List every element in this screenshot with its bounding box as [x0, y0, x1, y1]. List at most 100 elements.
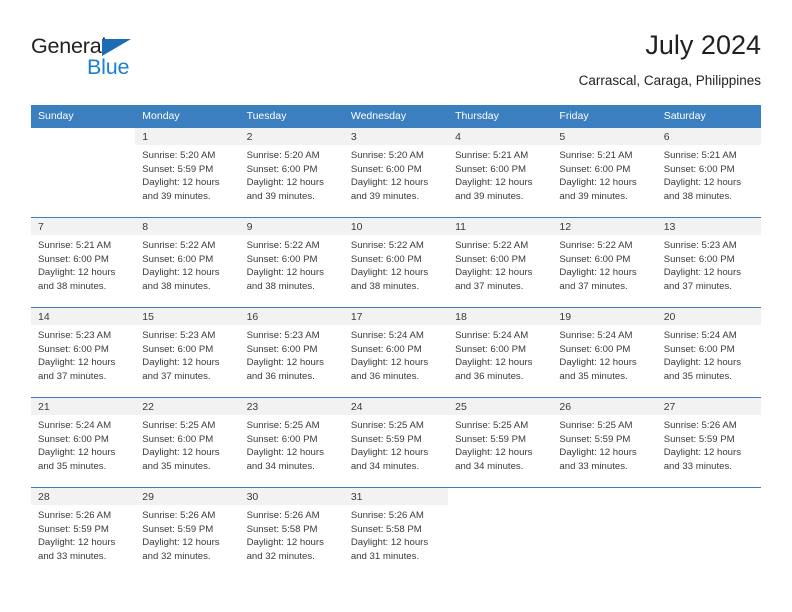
- sunrise-text: Sunrise: 5:23 AM: [663, 240, 737, 251]
- day-cell[interactable]: 19 Sunrise: 5:24 AM Sunset: 6:00 PM Dayl…: [552, 307, 657, 398]
- sunrise-text: Sunrise: 5:22 AM: [246, 240, 320, 251]
- day-number: 9: [239, 218, 344, 235]
- day-cell[interactable]: 26 Sunrise: 5:25 AM Sunset: 5:59 PM Dayl…: [552, 397, 657, 488]
- day-cell[interactable]: 18 Sunrise: 5:24 AM Sunset: 6:00 PM Dayl…: [448, 307, 553, 398]
- day-cell[interactable]: 30 Sunrise: 5:26 AM Sunset: 5:58 PM Dayl…: [239, 487, 344, 577]
- sunset-text: Sunset: 5:59 PM: [142, 163, 214, 175]
- day-cell[interactable]: 29 Sunrise: 5:26 AM Sunset: 5:59 PM Dayl…: [135, 487, 240, 577]
- day-cell[interactable]: [31, 127, 136, 218]
- day-details: Sunrise: 5:25 AM Sunset: 6:00 PM Dayligh…: [240, 415, 344, 473]
- day-cell[interactable]: 20 Sunrise: 5:24 AM Sunset: 6:00 PM Dayl…: [656, 307, 761, 398]
- daylight-text-line2: and 32 minutes.: [142, 550, 211, 562]
- sunset-text: Sunset: 6:00 PM: [38, 343, 109, 355]
- sunset-text: Sunset: 6:00 PM: [246, 433, 318, 445]
- day-cell[interactable]: 13 Sunrise: 5:23 AM Sunset: 6:00 PM Dayl…: [656, 217, 761, 308]
- day-cell[interactable]: 6 Sunrise: 5:21 AM Sunset: 6:00 PM Dayli…: [656, 127, 761, 218]
- daylight-text-line1: Daylight: 12 hours: [663, 447, 742, 459]
- daylight-text-line2: and 37 minutes.: [663, 280, 732, 292]
- day-cell[interactable]: 21 Sunrise: 5:24 AM Sunset: 6:00 PM Dayl…: [31, 397, 136, 488]
- sunset-text: Sunset: 6:00 PM: [559, 343, 631, 355]
- day-cell[interactable]: 2 Sunrise: 5:20 AM Sunset: 6:00 PM Dayli…: [239, 127, 344, 218]
- day-cell[interactable]: 12 Sunrise: 5:22 AM Sunset: 6:00 PM Dayl…: [552, 217, 657, 308]
- day-number: 6: [656, 128, 761, 145]
- daylight-text-line2: and 39 minutes.: [350, 190, 420, 202]
- day-cell[interactable]: 3 Sunrise: 5:20 AM Sunset: 6:00 PM Dayli…: [343, 127, 449, 218]
- day-cell[interactable]: [552, 487, 657, 577]
- day-details: Sunrise: 5:26 AM Sunset: 5:59 PM Dayligh…: [135, 505, 239, 563]
- day-details: Sunrise: 5:21 AM Sunset: 6:00 PM Dayligh…: [31, 235, 135, 293]
- day-cell[interactable]: 22 Sunrise: 5:25 AM Sunset: 6:00 PM Dayl…: [135, 397, 240, 488]
- day-number: 1: [135, 128, 240, 145]
- day-number: 21: [31, 398, 136, 415]
- daylight-text-line1: Daylight: 12 hours: [142, 537, 220, 549]
- daylight-text-line2: and 38 minutes.: [142, 280, 211, 292]
- day-cell[interactable]: 23 Sunrise: 5:25 AM Sunset: 6:00 PM Dayl…: [239, 397, 344, 488]
- day-details: [448, 505, 552, 509]
- week-row: 28 Sunrise: 5:26 AM Sunset: 5:59 PM Dayl…: [31, 487, 761, 577]
- general-blue-logo[interactable]: General Blue: [31, 34, 221, 90]
- daylight-text-line1: Daylight: 12 hours: [142, 447, 220, 459]
- daylight-text-line2: and 37 minutes.: [559, 280, 628, 292]
- day-cell[interactable]: 25 Sunrise: 5:25 AM Sunset: 5:59 PM Dayl…: [448, 397, 553, 488]
- day-details: Sunrise: 5:24 AM Sunset: 6:00 PM Dayligh…: [448, 325, 552, 383]
- day-details: Sunrise: 5:24 AM Sunset: 6:00 PM Dayligh…: [344, 325, 448, 383]
- day-cell[interactable]: 14 Sunrise: 5:23 AM Sunset: 6:00 PM Dayl…: [31, 307, 136, 398]
- day-cell[interactable]: 9 Sunrise: 5:22 AM Sunset: 6:00 PM Dayli…: [239, 217, 344, 308]
- day-cell[interactable]: 31 Sunrise: 5:26 AM Sunset: 5:58 PM Dayl…: [343, 487, 449, 577]
- daylight-text-line2: and 39 minutes.: [455, 190, 524, 202]
- day-cell[interactable]: [656, 487, 761, 577]
- sunrise-text: Sunrise: 5:23 AM: [246, 330, 320, 341]
- day-details: [657, 505, 761, 509]
- day-cell[interactable]: 28 Sunrise: 5:26 AM Sunset: 5:59 PM Dayl…: [31, 487, 136, 577]
- day-cell[interactable]: 16 Sunrise: 5:23 AM Sunset: 6:00 PM Dayl…: [239, 307, 344, 398]
- sunset-text: Sunset: 6:00 PM: [663, 163, 735, 175]
- day-cell[interactable]: 24 Sunrise: 5:25 AM Sunset: 5:59 PM Dayl…: [343, 397, 449, 488]
- sunset-text: Sunset: 6:00 PM: [559, 253, 631, 265]
- sunrise-text: Sunrise: 5:22 AM: [350, 240, 424, 251]
- daylight-text-line1: Daylight: 12 hours: [455, 447, 533, 459]
- sunset-text: Sunset: 5:59 PM: [142, 523, 214, 535]
- week-row: 14 Sunrise: 5:23 AM Sunset: 6:00 PM Dayl…: [31, 307, 761, 398]
- day-number: 13: [656, 218, 761, 235]
- day-details: Sunrise: 5:25 AM Sunset: 5:59 PM Dayligh…: [344, 415, 448, 473]
- sunset-text: Sunset: 5:58 PM: [350, 523, 422, 535]
- sunrise-text: Sunrise: 5:26 AM: [38, 510, 112, 521]
- daylight-text-line2: and 37 minutes.: [38, 370, 107, 382]
- day-cell[interactable]: 4 Sunrise: 5:21 AM Sunset: 6:00 PM Dayli…: [448, 127, 553, 218]
- day-cell[interactable]: 10 Sunrise: 5:22 AM Sunset: 6:00 PM Dayl…: [343, 217, 449, 308]
- day-cell[interactable]: 8 Sunrise: 5:22 AM Sunset: 6:00 PM Dayli…: [135, 217, 240, 308]
- day-cell[interactable]: 17 Sunrise: 5:24 AM Sunset: 6:00 PM Dayl…: [343, 307, 449, 398]
- day-number: 24: [343, 398, 449, 415]
- day-number: 26: [552, 398, 657, 415]
- day-cell[interactable]: 7 Sunrise: 5:21 AM Sunset: 6:00 PM Dayli…: [31, 217, 136, 308]
- day-number: 8: [135, 218, 240, 235]
- sunset-text: Sunset: 5:59 PM: [38, 523, 109, 535]
- daylight-text-line1: Daylight: 12 hours: [559, 267, 637, 279]
- daylight-text-line2: and 39 minutes.: [142, 190, 211, 202]
- daylight-text-line1: Daylight: 12 hours: [38, 357, 116, 369]
- sunset-text: Sunset: 6:00 PM: [142, 253, 214, 265]
- day-cell[interactable]: 1 Sunrise: 5:20 AM Sunset: 5:59 PM Dayli…: [135, 127, 240, 218]
- sunrise-text: Sunrise: 5:24 AM: [663, 330, 737, 341]
- day-number: 31: [343, 488, 449, 505]
- day-cell[interactable]: 5 Sunrise: 5:21 AM Sunset: 6:00 PM Dayli…: [552, 127, 657, 218]
- daylight-text-line1: Daylight: 12 hours: [142, 357, 220, 369]
- daylight-text-line1: Daylight: 12 hours: [350, 177, 429, 189]
- sunrise-text: Sunrise: 5:25 AM: [246, 420, 320, 431]
- day-cell[interactable]: 11 Sunrise: 5:22 AM Sunset: 6:00 PM Dayl…: [448, 217, 553, 308]
- day-number: 23: [239, 398, 344, 415]
- day-number: 4: [448, 128, 553, 145]
- daylight-text-line2: and 31 minutes.: [350, 550, 420, 562]
- day-cell[interactable]: 27 Sunrise: 5:26 AM Sunset: 5:59 PM Dayl…: [656, 397, 761, 488]
- sunset-text: Sunset: 5:59 PM: [455, 433, 527, 445]
- sunrise-text: Sunrise: 5:20 AM: [350, 150, 424, 161]
- weekday-header-saturday: Saturday: [656, 105, 761, 128]
- day-number: [31, 128, 136, 145]
- day-number: 19: [552, 308, 657, 325]
- day-cell[interactable]: 15 Sunrise: 5:23 AM Sunset: 6:00 PM Dayl…: [135, 307, 240, 398]
- weekday-header-friday: Friday: [552, 105, 657, 128]
- day-cell[interactable]: [448, 487, 553, 577]
- sunrise-text: Sunrise: 5:25 AM: [559, 420, 633, 431]
- daylight-text-line1: Daylight: 12 hours: [559, 357, 637, 369]
- day-number: 11: [448, 218, 553, 235]
